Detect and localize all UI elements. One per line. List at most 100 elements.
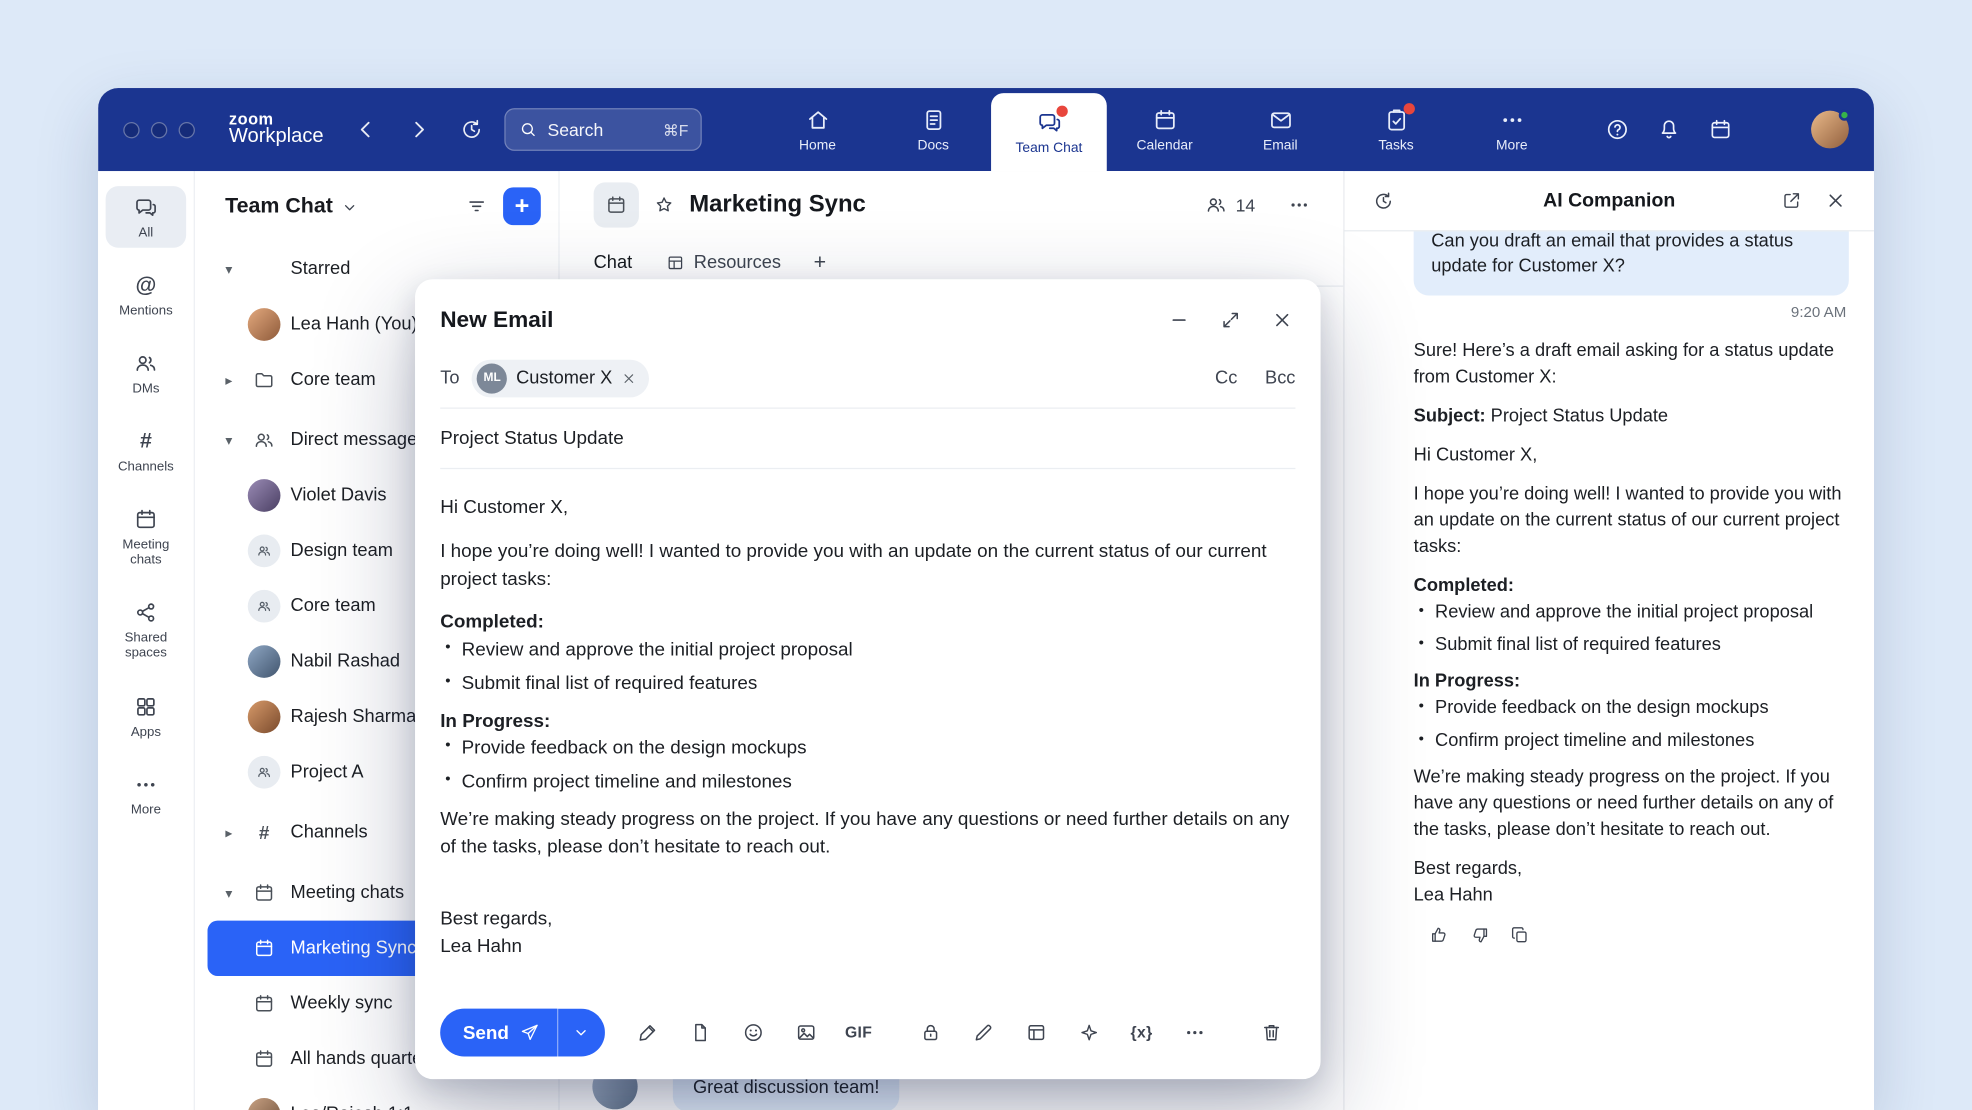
ai-companion-icon [1380, 340, 1408, 368]
gif-button[interactable]: GIF [836, 1010, 881, 1055]
email-body-editor[interactable]: Hi Customer X, I hope you’re doing well!… [415, 469, 1321, 993]
window-close-button[interactable] [123, 121, 139, 137]
history-icon [1372, 189, 1395, 212]
nav-more[interactable]: More [1454, 88, 1570, 171]
back-button[interactable] [351, 114, 381, 144]
expand-button[interactable] [1220, 309, 1241, 330]
discard-button[interactable] [1249, 1010, 1294, 1055]
window-minimize-button[interactable] [151, 121, 167, 137]
forward-button[interactable] [404, 114, 434, 144]
edit-button[interactable] [960, 1010, 1005, 1055]
calendar-icon [253, 992, 276, 1015]
bcc-button[interactable]: Bcc [1265, 368, 1295, 388]
attach-file-button[interactable] [678, 1010, 723, 1055]
schedule-button[interactable] [1708, 117, 1733, 142]
people-icon [1205, 194, 1228, 217]
window-controls [123, 121, 195, 137]
star-channel-button[interactable] [653, 194, 676, 217]
sidebar-title[interactable]: Team Chat [225, 194, 333, 219]
rail-item-shared-spaces[interactable]: Shared spaces [106, 592, 186, 669]
send-button[interactable]: Send [440, 1009, 557, 1057]
emoji-button[interactable] [730, 1010, 775, 1055]
rail-item-apps[interactable]: Apps [106, 685, 186, 747]
group-icon [255, 597, 273, 615]
ai-response: Sure! Here’s a draft email asking for a … [1380, 338, 1849, 946]
send-options-button[interactable] [557, 1009, 605, 1057]
ai-history-button[interactable] [1372, 189, 1395, 212]
ai-popout-button[interactable] [1781, 190, 1802, 211]
nav-tasks[interactable]: Tasks [1338, 88, 1454, 171]
ai-sparkle-icon [1760, 117, 1785, 142]
cc-button[interactable]: Cc [1215, 368, 1237, 388]
nav-calendar[interactable]: Calendar [1107, 88, 1223, 171]
thumbs-down-button[interactable] [1469, 924, 1490, 945]
members-button[interactable]: 14 [1205, 194, 1255, 217]
recipient-avatar: ML [477, 363, 507, 393]
ai-close-button[interactable] [1825, 190, 1846, 211]
nav-home[interactable]: Home [760, 88, 876, 171]
rail-item-channels[interactable]: # Channels [106, 420, 186, 482]
ai-compose-button[interactable] [1066, 1010, 1111, 1055]
hash-icon: # [140, 429, 152, 454]
nav-email[interactable]: Email [1222, 88, 1338, 171]
minimize-button[interactable] [1168, 309, 1189, 330]
subject-field[interactable]: Project Status Update [440, 409, 1295, 469]
insert-image-button[interactable] [783, 1010, 828, 1055]
help-button[interactable] [1605, 117, 1630, 142]
help-icon [1605, 117, 1630, 142]
rail-item-all[interactable]: All [106, 186, 186, 248]
lock-icon [919, 1021, 942, 1044]
remove-recipient-button[interactable] [621, 370, 636, 385]
gif-icon: GIF [845, 1024, 872, 1042]
channel-avatar [594, 182, 639, 227]
ai-panel-header: AI Companion [1344, 171, 1873, 231]
window-zoom-button[interactable] [179, 121, 195, 137]
more-icon [133, 772, 158, 797]
channel-more-button[interactable] [1288, 194, 1311, 217]
filter-button[interactable] [465, 195, 488, 218]
chevron-down-icon[interactable] [340, 199, 358, 217]
sidebar-header: Team Chat + [195, 171, 558, 241]
subject-input[interactable]: Project Status Update [440, 428, 624, 449]
more-icon [1183, 1021, 1206, 1044]
message-timestamp: 9:20 AM [1380, 303, 1847, 321]
nav-tasks-label: Tasks [1378, 138, 1413, 153]
recipient-chip[interactable]: ML Customer X [472, 359, 649, 397]
new-chat-button[interactable]: + [503, 187, 541, 225]
rail-item-meeting-chats[interactable]: Meeting chats [106, 498, 186, 575]
caret-down-icon: ▾ [220, 885, 238, 901]
more-options-button[interactable] [1172, 1010, 1217, 1055]
variables-button[interactable]: {x} [1119, 1010, 1164, 1055]
nav-team-chat[interactable]: Team Chat [991, 93, 1107, 171]
chat-item-lea-rajesh-1-1[interactable]: Lea/Rajesh 1:1 [208, 1087, 546, 1110]
ai-subject-line: Subject: Project Status Update [1414, 403, 1849, 429]
rail-item-dms[interactable]: DMs [106, 342, 186, 404]
nav-docs[interactable]: Docs [875, 88, 991, 171]
avatar [248, 308, 281, 341]
rail-item-more[interactable]: More [106, 763, 186, 825]
avatar [248, 701, 281, 734]
rail-dms-label: DMs [132, 381, 159, 396]
history-button[interactable] [457, 114, 487, 144]
close-button[interactable] [1272, 309, 1293, 330]
to-label: To [440, 368, 459, 388]
user-avatar[interactable] [1811, 111, 1849, 149]
caret-down-icon: ▾ [220, 432, 238, 448]
rail-item-mentions[interactable]: @ Mentions [106, 264, 186, 326]
to-field[interactable]: To ML Customer X Cc Bcc [440, 348, 1295, 408]
email-intro: I hope you’re doing well! I wanted to pr… [440, 538, 1295, 593]
search-input[interactable]: Search ⌘F [505, 108, 702, 151]
thumbs-up-button[interactable] [1429, 924, 1450, 945]
hash-icon: # [248, 822, 281, 843]
ai-companion-button[interactable] [1760, 117, 1785, 142]
folder-icon [253, 369, 276, 392]
copy-button[interactable] [1509, 924, 1530, 945]
trash-icon [1260, 1021, 1283, 1044]
add-tab-button[interactable]: + [814, 250, 826, 275]
signature-button[interactable] [625, 1010, 670, 1055]
template-button[interactable] [1013, 1010, 1058, 1055]
list-item: Review and approve the initial project p… [1414, 600, 1849, 626]
encrypt-button[interactable] [908, 1010, 953, 1055]
notifications-button[interactable] [1656, 117, 1681, 142]
modal-header: New Email [415, 279, 1321, 348]
